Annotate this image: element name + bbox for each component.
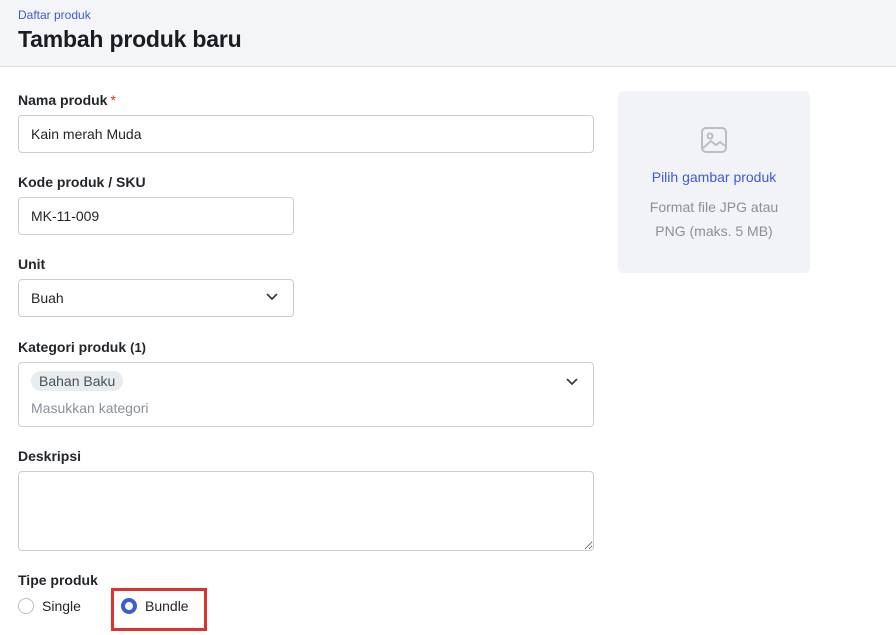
type-option-single[interactable]: Single (18, 598, 81, 614)
category-placeholder: Masukkan kategori (31, 400, 149, 416)
description-label: Deskripsi (18, 448, 82, 464)
type-label: Tipe produk (18, 572, 98, 588)
unit-select[interactable]: Buah (18, 279, 294, 317)
category-chip[interactable]: Bahan Baku (31, 371, 124, 391)
page-title: Tambah produk baru (18, 26, 242, 52)
breadcrumb-link[interactable]: Daftar produk (18, 8, 91, 22)
type-option-single-label: Single (42, 598, 81, 614)
category-label: Kategori produk (1) (18, 339, 146, 355)
name-input[interactable] (18, 115, 594, 153)
radio-unchecked-icon[interactable] (18, 598, 34, 614)
name-label: Nama produk * (18, 92, 116, 108)
chevron-down-icon[interactable] (565, 377, 579, 387)
required-mark: * (110, 92, 116, 108)
category-count: (1) (130, 340, 147, 355)
unit-select-value: Buah (31, 290, 64, 306)
category-label-text: Kategori produk (18, 339, 127, 355)
category-multiselect[interactable]: Bahan Baku Masukkan kategori (18, 362, 594, 427)
highlight-box (111, 588, 207, 631)
sku-input[interactable] (18, 197, 294, 235)
upload-hint: Format file JPG atau PNG (maks. 5 MB) (649, 199, 779, 239)
choose-image-link[interactable]: Pilih gambar produk (618, 169, 810, 185)
image-icon (701, 127, 727, 153)
image-uploader[interactable]: Pilih gambar produk Format file JPG atau… (618, 91, 810, 273)
unit-label: Unit (18, 256, 46, 272)
description-textarea[interactable] (18, 471, 594, 551)
sku-label: Kode produk / SKU (18, 174, 146, 190)
chevron-down-icon (266, 293, 278, 301)
name-label-text: Nama produk (18, 92, 108, 108)
page-header: Daftar produk Tambah produk baru (0, 0, 896, 67)
